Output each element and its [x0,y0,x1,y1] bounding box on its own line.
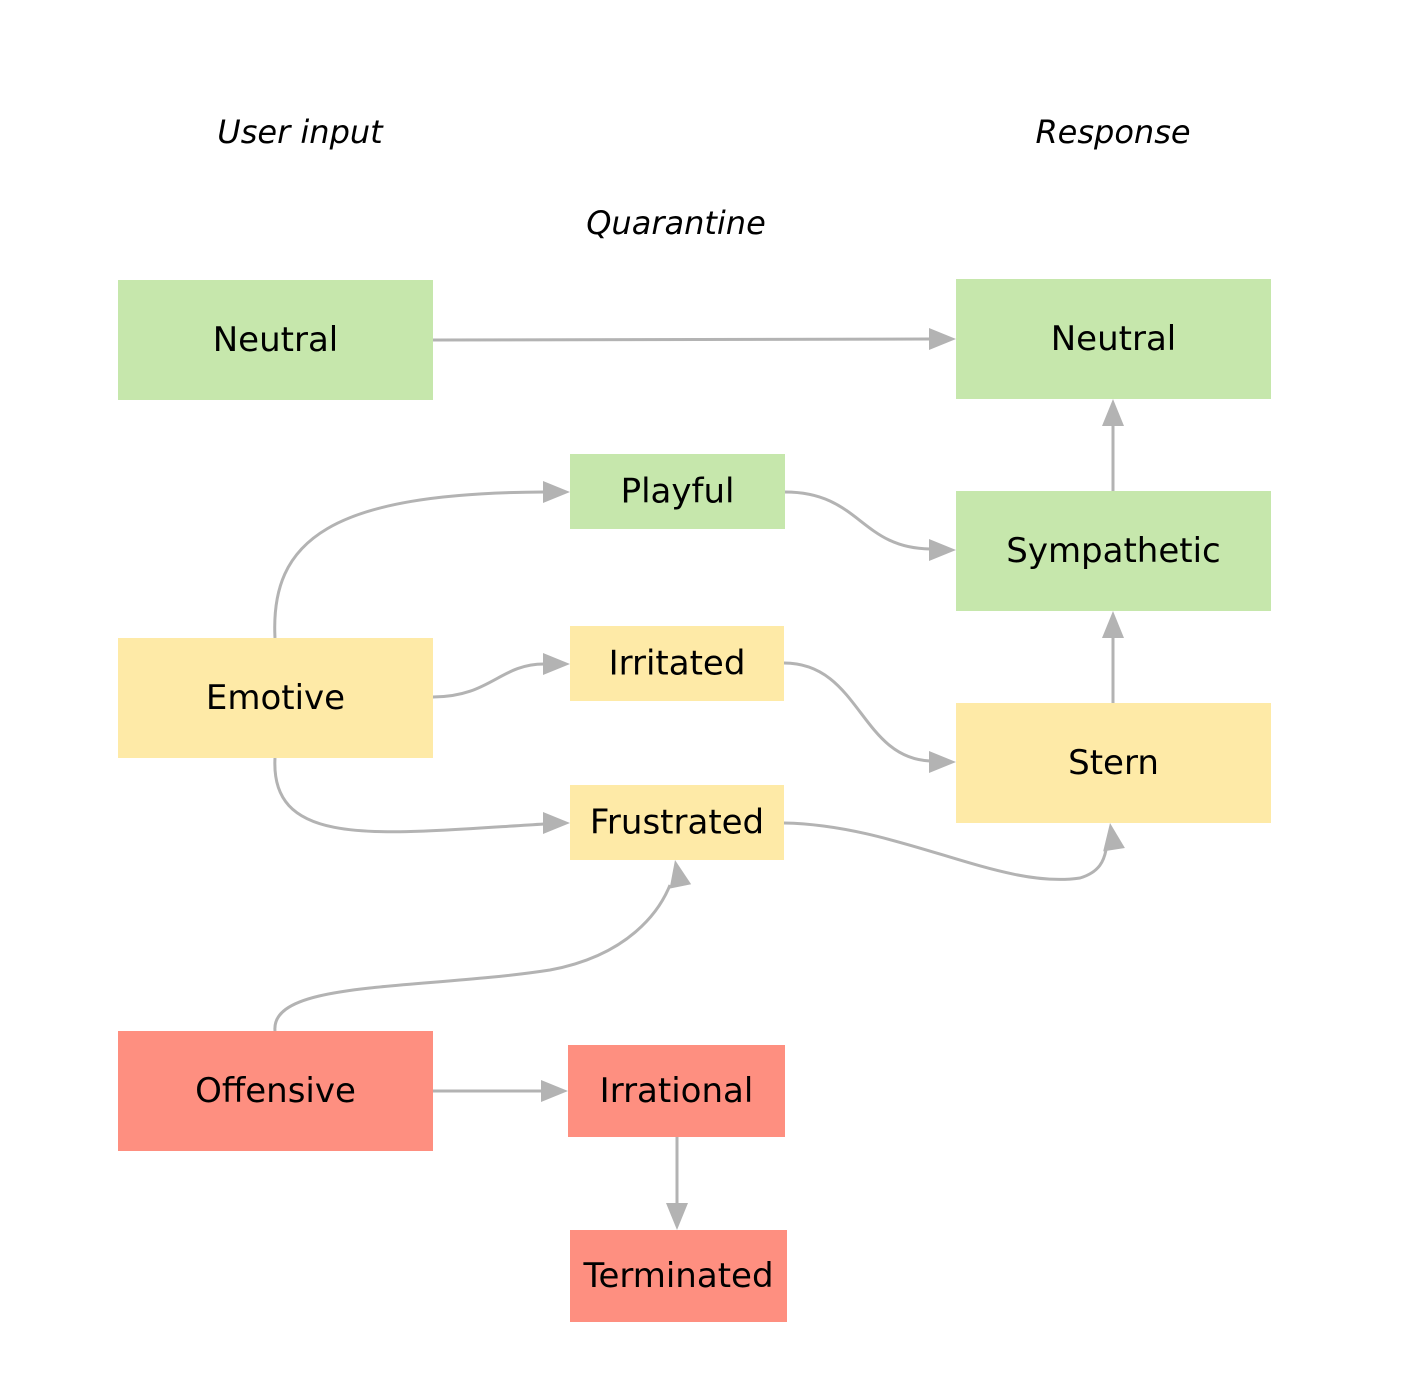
edge-emotive-to-frustrated [273,757,570,834]
arrowhead-icon [1103,823,1125,852]
arrowhead-icon [929,539,956,561]
arrowhead-icon [929,328,956,350]
arrowhead-icon [543,812,570,834]
edge-line [273,490,545,639]
edge-irritated-to-stern [783,661,956,773]
column-label-quarantine: Quarantine [586,204,766,242]
state-diagram: Neutral Emotive Offensive Playful Irritated F… [118,113,1271,1322]
edge-frustrated-to-stern [783,821,1125,881]
node-label: Offensive [195,1071,356,1111]
edge-line [783,661,931,763]
node-irrational: Irrational [568,1045,785,1137]
node-out-neutral: Neutral [956,279,1271,399]
node-label: Irritated [609,644,746,684]
edge-line [432,337,931,342]
node-offensive: Offensive [118,1031,433,1151]
node-frustrated: Frustrated [570,785,784,860]
edge-line [784,490,931,551]
node-stern: Stern [956,703,1271,823]
arrowhead-icon [1102,399,1124,426]
node-sympathetic: Sympathetic [956,491,1271,611]
node-playful: Playful [570,454,785,529]
column-label-user-input: User input [217,113,384,151]
node-label: Terminated [582,1256,773,1296]
node-label: Neutral [213,320,339,360]
edge-stern-to-sympathetic [1102,611,1124,703]
edge-emotive-to-playful [273,481,570,639]
edge-line [273,757,545,834]
node-in-neutral: Neutral [118,280,433,400]
edge-offensive-to-irrational [433,1080,568,1102]
edge-offensive-to-frustrated [273,860,692,1032]
edge-line [273,884,672,1032]
node-label: Playful [621,472,735,512]
edge-sympathetic-to-out_neutral [1102,399,1124,491]
edge-irrational-to-terminated [666,1137,688,1230]
column-label-response: Response [1035,113,1190,151]
arrowhead-icon [541,1080,568,1102]
node-label: Neutral [1051,319,1177,359]
node-terminated: Terminated [570,1230,787,1322]
node-label: Irrational [600,1071,754,1111]
node-irritated: Irritated [570,626,784,701]
edge-emotive-to-irritated [432,653,570,699]
arrowhead-icon [669,860,692,889]
edge-in_neutral-to-out_neutral [432,328,956,350]
edge-line [432,662,545,699]
node-label: Sympathetic [1006,531,1221,571]
arrowhead-icon [666,1203,688,1230]
node-label: Emotive [206,678,345,718]
arrowhead-icon [543,653,570,675]
node-emotive: Emotive [118,638,433,758]
edge-playful-to-sympathetic [784,490,956,561]
node-label: Frustrated [590,803,764,843]
node-label: Stern [1068,743,1159,783]
arrowhead-icon [1102,611,1124,638]
arrowhead-icon [929,751,956,773]
arrowhead-icon [543,481,570,503]
edge-line [783,821,1108,881]
